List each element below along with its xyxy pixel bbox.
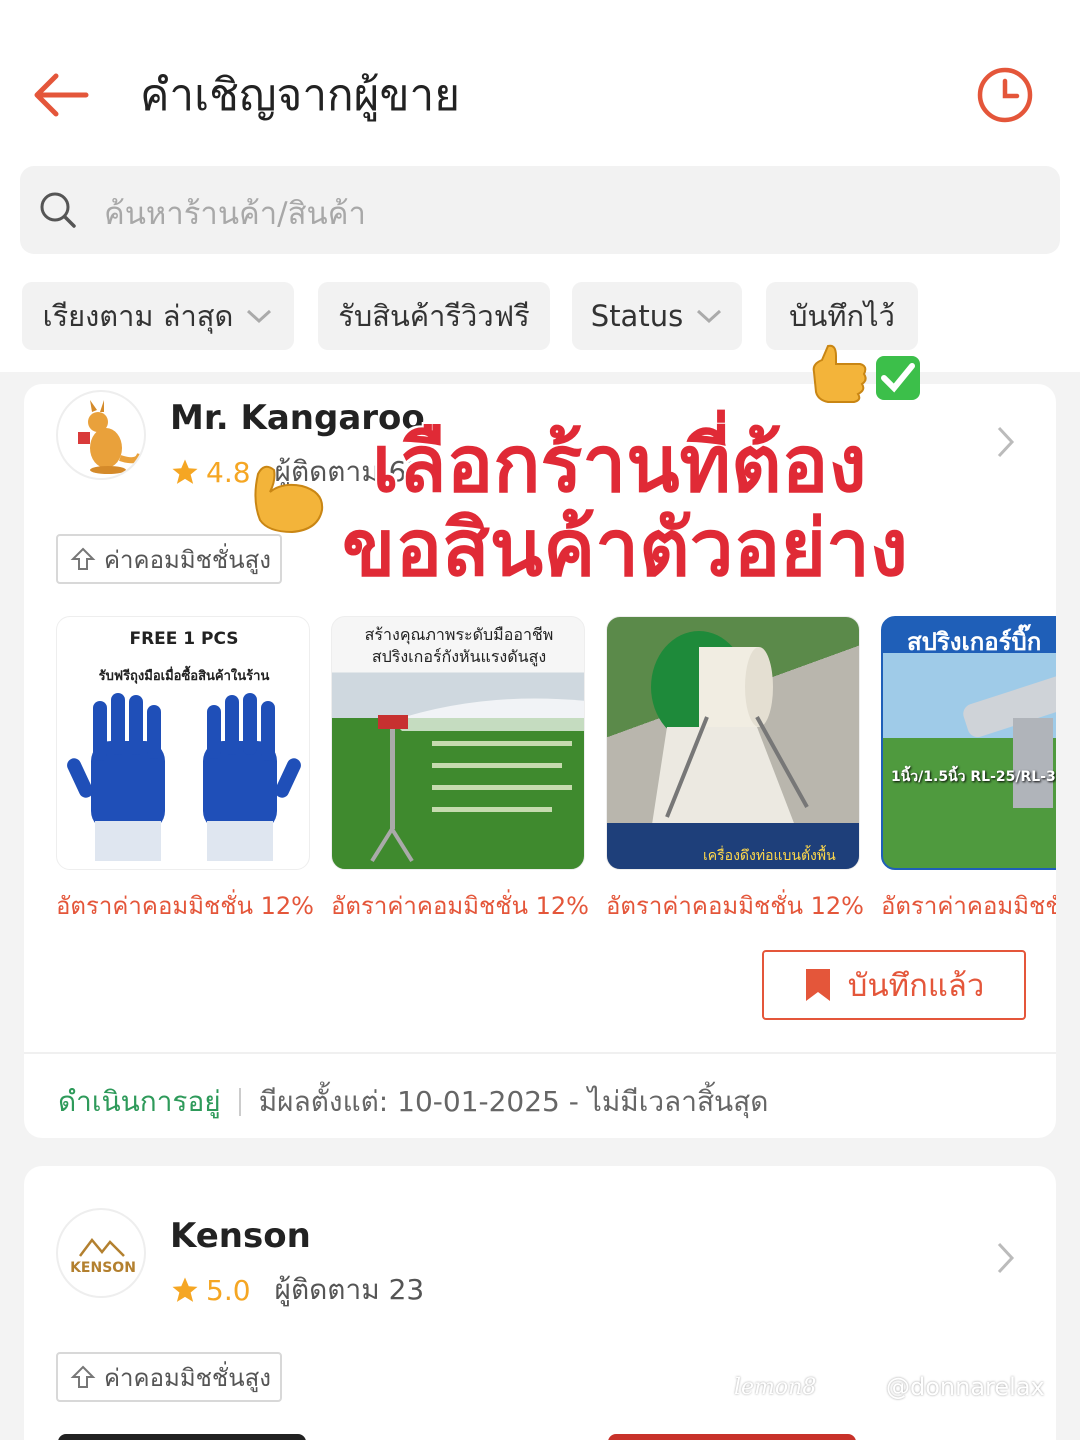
hose-reel-image [607,631,859,869]
watermark-username: @donnarelax [886,1373,1045,1401]
high-commission-tag: ค่าคอมมิชชั่นสูง [56,1352,282,1402]
product-item[interactable]: สปริงเกอร์บิ๊ก 1นิ้ว/1.5นิ้ว RL-25/RL-35… [881,616,1056,925]
free-review-filter-label: รับสินค้ารีวิวฟรี [338,299,530,333]
chevron-down-icon [247,309,272,324]
sprinkler-gun-image [963,672,1056,808]
product-item[interactable]: FREE 1 PCS รับฟรีถุงมือเมื่อซื้อสินค้าใน… [56,616,314,925]
gloves-image [67,693,301,861]
thumbs-up-check-emoji [812,344,920,403]
sprinkler-field-image [370,698,584,863]
status-filter-chip[interactable]: Status [572,282,742,350]
product-thumbnail-edge [58,1434,306,1440]
saved-button-label: บันทึกแล้ว [847,968,985,1004]
validity-period: มีผลตั้งแต่: 10-01-2025 - ไม่มีเวลาสิ้นส… [258,1085,769,1118]
tag-label: ค่าคอมมิชชั่นสูง [104,1363,271,1392]
sort-filter-chip[interactable]: เรียงตาม ล่าสุด [22,282,294,350]
commission-rate: อัตราค่าคอมมิชชั่น 12% [331,892,589,920]
flexed-bicep-emoji [254,465,324,534]
follower-count: ผู้ติดตาม 23 [274,1273,425,1306]
status-filter-label: Status [590,299,684,333]
arrow-up-icon [70,1365,96,1388]
free-review-filter-chip[interactable]: รับสินค้ารีวิวฟรี [318,282,550,350]
commission-rate: อัตราค่าคอมมิชชั่น 12% [606,892,864,920]
commission-rate: อัตราค่าคอมมิชชั่น 12% [881,892,1056,920]
history-button[interactable] [972,62,1038,128]
watermark: lemon8 @donnarelax [710,1358,1056,1416]
thumb-subtitle: รับฟรีถุงมือเมื่อซื้อสินค้าในร้าน [98,669,270,684]
thumb-subtitle: สปริงเกอร์กังหันแรงดันสูง [371,647,547,666]
rating-value: 5.0 [206,1273,251,1307]
kenson-logo-icon [79,1237,125,1257]
shop-logo: KENSON [56,1208,146,1298]
clock-icon [977,67,1033,123]
thumb-title: สปริงเกอร์บิ๊ก [907,628,1042,656]
back-button[interactable] [28,62,94,128]
status-row: ดำเนินการอยู่ มีผลตั้งแต่: 10-01-2025 - … [58,1080,768,1124]
chevron-right-icon[interactable] [990,1238,1020,1278]
page-title: คำเชิญจากผู้ขาย [140,70,461,121]
bookmark-icon [805,969,830,1001]
search-input[interactable]: ค้นหาร้านค้า/สินค้า [20,166,1060,254]
product-thumbnail: เครื่องดึงท่อแบนตั้งพื้น [606,616,860,870]
arrow-left-icon [34,73,89,117]
status-separator [238,1088,241,1116]
header: คำเชิญจากผู้ขาย ค้นหาร้านค้า/สินค้า เรีย… [0,0,1080,372]
chevron-down-icon [697,309,722,324]
user-icon [856,1377,876,1398]
saved-button[interactable]: บันทึกแล้ว [762,950,1026,1020]
star-icon [172,1277,198,1302]
shop-rating: 5.0 ผู้ติดตาม 23 [170,1268,424,1312]
saved-filter-label: บันทึกไว้ [789,299,895,333]
watermark-brand: lemon8 [734,1374,817,1400]
product-item[interactable]: เครื่องดึงท่อแบนตั้งพื้น อัตราค่าคอมมิชช… [606,616,864,925]
product-thumbnail: สร้างคุณภาพระดับมืออาชีพ สปริงเกอร์กังหั… [331,616,585,870]
thumb-title: เครื่องดึงท่อแบนตั้งพื้น [703,848,836,864]
product-thumbnail-edge [608,1434,856,1440]
thumb-subtitle: 1นิ้ว/1.5นิ้ว RL-25/RL-35 [891,769,1056,785]
search-icon [40,192,76,228]
product-item[interactable]: สร้างคุณภาพระดับมืออาชีพ สปริงเกอร์กังหั… [331,616,589,925]
thumb-title: FREE 1 PCS [129,629,239,649]
divider [24,1052,1056,1054]
product-thumbnail: สปริงเกอร์บิ๊ก 1นิ้ว/1.5นิ้ว RL-25/RL-35 [881,616,1056,870]
status-label: ดำเนินการอยู่ [58,1085,221,1118]
watermark-user: @donnarelax [844,1365,1054,1409]
saved-filter-chip[interactable]: บันทึกไว้ [766,282,918,350]
kenson-logo-text: KENSON [70,1260,136,1276]
sort-filter-label: เรียงตาม ล่าสุด [42,299,234,333]
shop-name: Kenson [170,1216,311,1256]
search-placeholder: ค้นหาร้านค้า/สินค้า [104,196,366,232]
product-thumbnail: FREE 1 PCS รับฟรีถุงมือเมื่อซื้อสินค้าใน… [56,616,310,870]
overlay-caption-line2: ขอสินค้าตัวอย่าง [342,504,908,594]
commission-rate: อัตราค่าคอมมิชชั่น 12% [56,892,314,920]
